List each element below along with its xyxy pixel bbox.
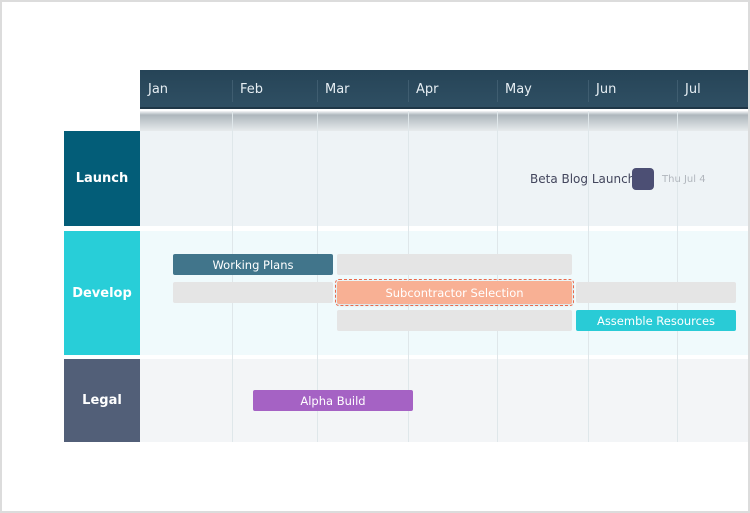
gridline: [232, 111, 233, 442]
milestone-label: Beta Blog Launch: [530, 172, 636, 186]
month-jul: Jul: [685, 82, 701, 97]
drop-slot[interactable]: [337, 310, 572, 331]
task-label: Subcontractor Selection: [385, 285, 524, 300]
task-label: Alpha Build: [300, 393, 366, 408]
drop-slot[interactable]: [337, 254, 572, 275]
month-jun: Jun: [596, 82, 617, 97]
task-subcontractor-selection[interactable]: Subcontractor Selection: [335, 279, 574, 306]
milestone-date: Thu Jul 4: [662, 174, 706, 185]
lane-label-text: Develop: [72, 285, 132, 301]
gridline: [588, 111, 589, 442]
month-may: May: [505, 82, 532, 97]
gridline: [497, 111, 498, 442]
lane-label-develop[interactable]: Develop: [64, 231, 140, 355]
month-feb: Feb: [240, 82, 264, 97]
drop-slot[interactable]: [576, 282, 736, 303]
lane-label-text: Launch: [75, 171, 129, 186]
timeline-header: Jan Feb Mar Apr May Jun Jul: [140, 70, 748, 109]
lane-label-launch[interactable]: Launch: [64, 131, 140, 226]
lane-label-legal[interactable]: Legal: [64, 359, 140, 442]
task-assemble-resources[interactable]: Assemble Resources: [576, 310, 736, 331]
gridline: [677, 111, 678, 442]
task-working-plans[interactable]: Working Plans: [173, 254, 333, 275]
drop-slot[interactable]: [173, 282, 333, 303]
month-jan: Jan: [148, 82, 169, 97]
task-alpha-build[interactable]: Alpha Build: [253, 390, 413, 411]
task-label: Assemble Resources: [596, 313, 716, 328]
month-apr: Apr: [416, 82, 439, 97]
lane-label-text: Legal: [82, 393, 122, 408]
task-label: Working Plans: [212, 257, 294, 272]
milestone-marker[interactable]: [632, 168, 654, 190]
month-mar: Mar: [325, 82, 350, 97]
